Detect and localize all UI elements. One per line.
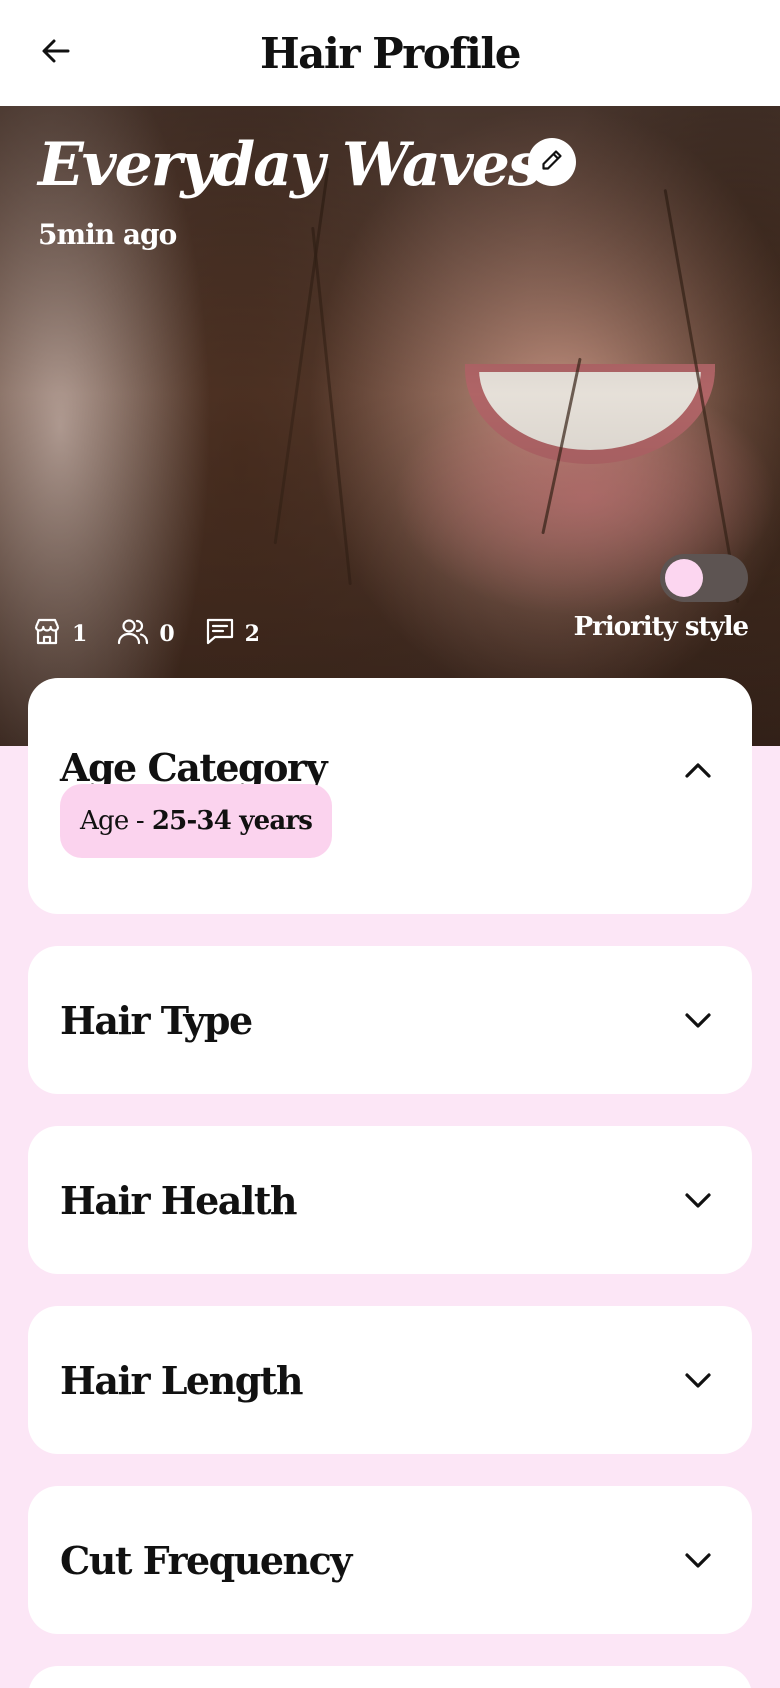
section-hair-type: Hair Type	[28, 946, 752, 1094]
section-title: Hair Length	[60, 1357, 304, 1403]
back-button[interactable]	[34, 28, 78, 78]
section-hair-health: Hair Health	[28, 1126, 752, 1274]
chevron-down-icon[interactable]	[678, 1000, 718, 1040]
section-title: Hair Type	[60, 997, 253, 1043]
section-title: Hair Health	[60, 1177, 298, 1223]
section-cut-frequency: Cut Frequency	[28, 1486, 752, 1634]
profile-title: Everyday Waves	[38, 130, 542, 200]
section-title: Cut Frequency	[60, 1537, 352, 1583]
section-age-category: Age Category Age -25-34 years	[28, 678, 752, 914]
section-header-hair-type[interactable]: Hair Type	[28, 946, 752, 1094]
edit-title-button[interactable]	[528, 138, 576, 186]
chevron-up-icon[interactable]	[678, 750, 718, 790]
section-header-hair-length[interactable]: Hair Length	[28, 1306, 752, 1454]
pencil-icon	[539, 147, 565, 177]
section-header-hair-health[interactable]: Hair Health	[28, 1126, 752, 1274]
page-title: Hair Profile	[259, 28, 522, 78]
section-next-partial	[28, 1666, 752, 1688]
arrow-left-icon	[40, 35, 72, 71]
chevron-down-icon[interactable]	[678, 1540, 718, 1580]
users-icon	[117, 616, 149, 652]
priority-style-toggle[interactable]	[660, 554, 748, 602]
section-hair-length: Hair Length	[28, 1306, 752, 1454]
hero-stats: 1 0 2	[32, 616, 260, 652]
section-header-cut-frequency[interactable]: Cut Frequency	[28, 1486, 752, 1634]
stat-messages: 2	[205, 616, 260, 652]
updated-time: 5min ago	[38, 218, 177, 251]
chevron-down-icon[interactable]	[678, 1180, 718, 1220]
app-header: Hair Profile	[0, 0, 780, 106]
chevron-down-icon[interactable]	[678, 1360, 718, 1400]
stat-stores: 1	[32, 616, 87, 652]
priority-style-label: Priority style	[573, 612, 749, 642]
stat-users: 0	[117, 616, 175, 652]
age-chip[interactable]: Age -25-34 years	[60, 784, 333, 858]
section-header-age-category[interactable]: Age Category	[28, 678, 752, 794]
store-icon	[32, 616, 62, 652]
toggle-knob	[665, 559, 703, 597]
message-icon	[205, 616, 235, 652]
